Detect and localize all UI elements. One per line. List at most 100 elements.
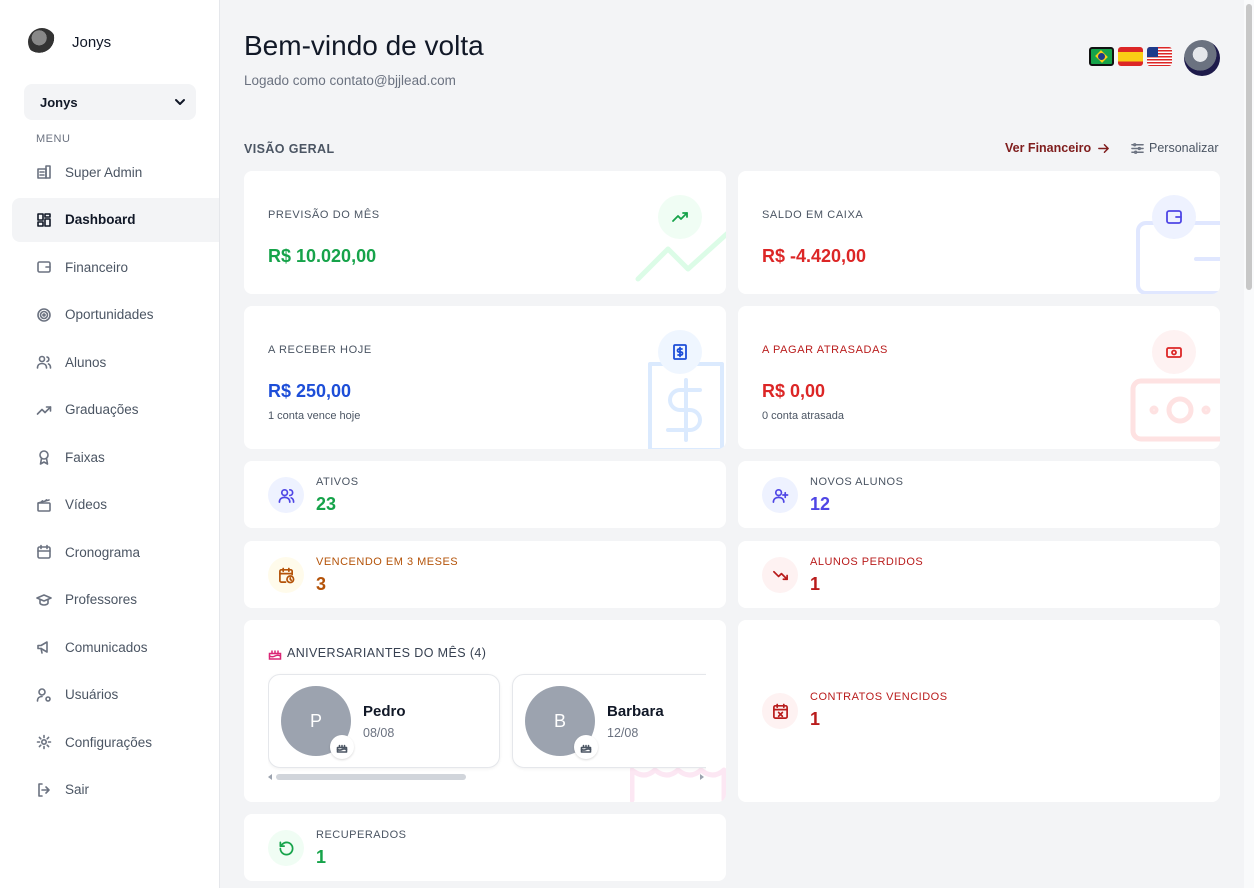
sidebar-item-faixas[interactable]: Faixas [12, 435, 219, 479]
sidebar-item-label: Usuários [65, 687, 119, 702]
sidebar-item-label: Alunos [65, 354, 107, 370]
card-value: 1 [810, 574, 821, 594]
sidebar-item-label: Configurações [65, 734, 153, 750]
card-a-pagar-atrasadas[interactable]: A PAGAR ATRASADAS R$ 0,00 0 conta atrasa… [738, 306, 1220, 449]
birthday-card[interactable]: B Barbara 12/08 [512, 674, 706, 768]
card-vencendo-em-3-meses[interactable]: VENCENDO EM 3 MESES 3 [244, 541, 726, 608]
sidebar-item-graduacoes[interactable]: Graduações [12, 388, 219, 432]
sidebar-item-label: Sair [65, 782, 90, 797]
card-note: 1 conta vence hoje [268, 410, 361, 422]
birthday-name: Pedro [363, 703, 406, 720]
sidebar-item-dashboard[interactable]: Dashboard [12, 197, 219, 242]
sidebar-item-label: Comunicados [65, 639, 148, 655]
sidebar-item-professores[interactable]: Professores [12, 578, 219, 622]
card-label: A RECEBER HOJE [268, 344, 372, 356]
calendar-clock-icon [268, 557, 304, 593]
scrollbar-thumb[interactable] [276, 774, 466, 780]
sidebar-item-financeiro[interactable]: Financeiro [12, 245, 219, 289]
card-label: VENCENDO EM 3 MESES [316, 556, 459, 568]
receipt-icon [658, 330, 702, 374]
sidebar-item-label: Faixas [65, 449, 105, 465]
birthday-card[interactable]: P Pedro 08/08 [268, 674, 500, 768]
brand[interactable]: Jonys [28, 28, 111, 56]
birthday-date: 08/08 [363, 726, 395, 740]
user-cog-icon [36, 687, 52, 703]
user-avatar[interactable] [1184, 40, 1220, 76]
scrollbar-thumb[interactable] [1246, 4, 1252, 290]
birthday-name: Barbara [607, 703, 664, 720]
card-label: A PAGAR ATRASADAS [762, 344, 888, 356]
birthday-date: 12/08 [607, 726, 639, 740]
chevron-down-icon [175, 99, 185, 105]
card-alunos-perdidos[interactable]: ALUNOS PERDIDOS 1 [738, 541, 1220, 608]
sidebar-item-label: Graduações [65, 402, 139, 417]
card-contratos-vencidos[interactable]: CONTRATOS VENCIDOS 1 [738, 620, 1220, 802]
card-previsao-do-mes[interactable]: PREVISÃO DO MÊS R$ 10.020,00 [244, 171, 726, 294]
sidebar-item-super-admin[interactable]: Super Admin [12, 150, 219, 194]
megaphone-icon [36, 639, 52, 655]
section-title: VISÃO GERAL [244, 142, 335, 156]
page-scrollbar[interactable] [1244, 0, 1254, 888]
sidebar-item-videos[interactable]: Vídeos [12, 483, 219, 527]
scroll-left-icon[interactable] [268, 774, 273, 780]
arrow-right-icon [1098, 143, 1110, 153]
flag-spain-icon[interactable] [1118, 47, 1143, 66]
card-value: R$ 0,00 [762, 381, 826, 401]
sidebar-item-oportunidades[interactable]: Oportunidades [12, 293, 219, 337]
card-label: PREVISÃO DO MÊS [268, 209, 380, 221]
card-label: NOVOS ALUNOS [810, 476, 904, 488]
scroll-right-icon[interactable] [699, 774, 704, 780]
personalizar-button[interactable]: Personalizar [1131, 141, 1218, 155]
users-icon [268, 477, 304, 513]
award-icon [36, 449, 52, 465]
sidebar-item-label: Professores [65, 592, 138, 607]
calendar-x-icon [762, 693, 798, 729]
card-ativos[interactable]: ATIVOS 23 [244, 461, 726, 528]
trending-up-icon [36, 402, 52, 418]
personalizar-label: Personalizar [1149, 141, 1219, 155]
academy-select[interactable]: Jonys [24, 84, 196, 120]
card-value: 1 [316, 847, 327, 867]
sidebar-item-label: Super Admin [65, 164, 143, 180]
sidebar-item-alunos[interactable]: Alunos [12, 340, 219, 384]
clapperboard-icon [36, 497, 52, 513]
sidebar-item-comunicados[interactable]: Comunicados [12, 625, 219, 669]
brand-name: Jonys [72, 33, 112, 51]
card-value: 12 [810, 494, 831, 514]
sidebar-item-cronograma[interactable]: Cronograma [12, 530, 219, 574]
card-value: R$ -4.420,00 [762, 246, 867, 266]
sidebar-item-label: Financeiro [65, 259, 129, 275]
card-label: CONTRATOS VENCIDOS [810, 691, 948, 703]
ver-financeiro-link[interactable]: Ver Financeiro [1005, 141, 1110, 155]
card-a-receber-hoje[interactable]: A RECEBER HOJE R$ 250,00 1 conta vence h… [244, 306, 726, 449]
card-note: 0 conta atrasada [762, 410, 844, 422]
log-out-icon [36, 782, 52, 798]
card-novos-alunos[interactable]: NOVOS ALUNOS 12 [738, 461, 1220, 528]
sidebar-item-usuarios[interactable]: Usuários [12, 673, 219, 717]
card-recuperados[interactable]: RECUPERADOS 1 [244, 814, 726, 881]
sidebar-item-configuracoes[interactable]: Configurações [12, 720, 219, 764]
cake-icon [330, 735, 354, 759]
graduation-cap-icon [36, 592, 52, 608]
brand-logo [28, 28, 56, 56]
card-label: SALDO EM CAIXA [762, 209, 864, 221]
ver-financeiro-label: Ver Financeiro [1005, 141, 1092, 155]
sliders-icon [1131, 142, 1144, 154]
menu-label: MENU [36, 133, 71, 145]
flag-brazil-icon[interactable] [1089, 47, 1114, 66]
sidebar-item-sair[interactable]: Sair [12, 768, 219, 812]
sidebar-item-label: Cronograma [65, 544, 141, 560]
birthdays-scrollbar[interactable] [268, 774, 706, 780]
banknote-bg-icon [1130, 378, 1220, 442]
sidebar-item-label: Vídeos [65, 497, 108, 512]
card-label: RECUPERADOS [316, 829, 407, 841]
sidebar-nav: Super Admin Dashboard Financeiro Oportun… [12, 150, 219, 815]
academy-select-value: Jonys [40, 94, 78, 110]
sidebar-item-label: Oportunidades [65, 307, 154, 322]
sidebar-item-label: Dashboard [65, 212, 136, 227]
rotate-ccw-icon [268, 830, 304, 866]
card-value: 1 [810, 709, 821, 729]
card-saldo-em-caixa[interactable]: SALDO EM CAIXA R$ -4.420,00 [738, 171, 1220, 294]
card-aniversariantes: ANIVERSARIANTES DO MÊS (4) P Pedro 08/08… [244, 620, 726, 802]
flag-usa-icon[interactable] [1147, 47, 1172, 66]
